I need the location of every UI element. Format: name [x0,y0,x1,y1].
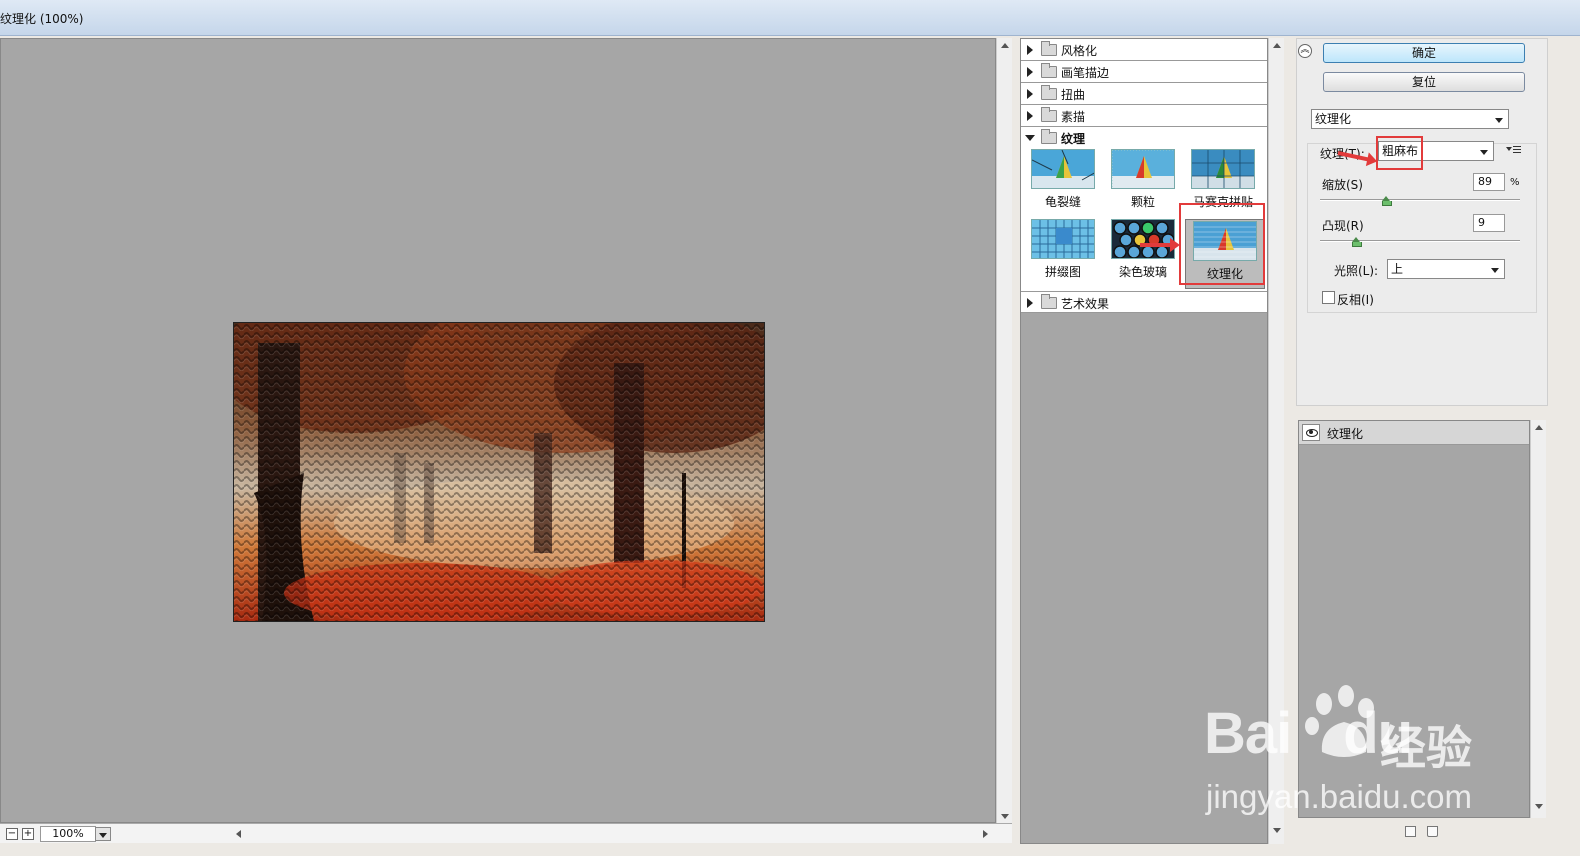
category-texture[interactable]: 纹理 [1021,127,1267,149]
light-label: 光照(L): [1334,264,1379,278]
thumb-stained-glass[interactable]: 染色玻璃 [1109,219,1177,279]
thumb-image [1111,149,1175,189]
folder-icon [1041,41,1057,56]
zoom-in-button[interactable]: + [22,828,34,840]
invert-checkbox[interactable] [1322,291,1335,304]
light-select[interactable]: 上 [1387,259,1505,279]
effect-layer-label: 纹理化 [1327,427,1364,441]
preview-image [233,322,765,622]
thumb-image [1111,219,1175,259]
scaling-slider-knob[interactable] [1382,196,1392,206]
folder-icon [1041,107,1057,122]
expand-arrow-icon[interactable] [1027,298,1033,308]
collapse-gallery-icon[interactable]: ︽ [1298,44,1312,58]
reset-button[interactable]: 复位 [1323,72,1525,92]
relief-label: 凸现(R) [1322,219,1364,233]
scaling-slider-track[interactable] [1320,199,1520,201]
expand-arrow-icon[interactable] [1027,45,1033,55]
title-bar: 纹理化 (100%) [0,0,1580,36]
folder-icon [1041,85,1057,100]
scroll-down-icon[interactable] [1535,804,1543,809]
effect-layer-row[interactable]: 纹理化 [1299,421,1529,445]
annotation-arrow-texturizer [1140,238,1180,252]
thumb-patchwork[interactable]: 拼缀图 [1029,219,1097,279]
window-title: 纹理化 (100%) [0,12,84,26]
scroll-down-icon[interactable] [1001,814,1009,819]
thumb-image [1031,149,1095,189]
preview-horizontal-scrollbar[interactable] [232,827,992,841]
folder-icon [1041,294,1057,309]
annotation-box-texturizer [1179,203,1265,285]
layers-scrollbar[interactable] [1530,420,1546,818]
thumb-image [1031,219,1095,259]
paw-logo-icon [1305,685,1374,757]
eye-visibility-icon[interactable] [1302,424,1320,441]
scroll-up-icon[interactable] [1001,43,1009,48]
preview-vertical-scrollbar[interactable] [996,38,1012,823]
relief-slider-track[interactable] [1320,240,1520,242]
scroll-right-icon[interactable] [983,830,988,838]
folder-icon [1041,63,1057,78]
annotation-box-texture [1376,136,1423,170]
scaling-label: 缩放(S) [1322,178,1363,192]
thumb-mosaic-tiles[interactable]: 马赛克拼贴 [1189,149,1257,209]
scaling-input[interactable]: 89 [1473,173,1505,191]
category-artistic[interactable]: 艺术效果 [1021,291,1267,313]
watermark-cn-text: 经验 [1380,721,1472,775]
preview-canvas[interactable] [0,38,996,823]
folder-icon [1041,129,1057,144]
collapse-arrow-icon[interactable] [1025,135,1035,141]
baidu-watermark: Bai du 经验 jingyan.baidu.com [1204,685,1494,820]
expand-arrow-icon[interactable] [1027,89,1033,99]
delete-effect-layer-icon[interactable] [1427,826,1438,837]
new-effect-layer-icon[interactable] [1405,826,1416,837]
category-stylize[interactable]: 风格化 [1021,39,1267,61]
scroll-left-icon[interactable] [236,830,241,838]
category-sketch[interactable]: 素描 [1021,105,1267,127]
scaling-unit: % [1510,177,1520,188]
scroll-up-icon[interactable] [1273,43,1281,48]
invert-label: 反相(I) [1337,293,1374,307]
expand-arrow-icon[interactable] [1027,111,1033,121]
category-brush-strokes[interactable]: 画笔描边 [1021,61,1267,83]
thumb-craquelure[interactable]: 龟裂缝 [1029,149,1097,209]
scroll-down-icon[interactable] [1273,828,1281,833]
relief-slider-knob[interactable] [1352,237,1362,247]
filter-gallery-window: 纹理化 (100%) − + 100% 风格化 画笔描边 扭曲 素描 纹理 龟裂… [0,0,1580,856]
expand-arrow-icon[interactable] [1027,67,1033,77]
zoom-dropdown-button[interactable] [95,827,111,841]
watermark-url: jingyan.baidu.com [1206,778,1472,815]
relief-input[interactable]: 9 [1473,214,1505,232]
ok-button[interactable]: 确定 [1323,43,1525,63]
zoom-bar: − + 100% [0,823,1012,843]
filter-select[interactable]: 纹理化 [1311,109,1509,129]
category-distort[interactable]: 扭曲 [1021,83,1267,105]
scroll-up-icon[interactable] [1535,425,1543,430]
zoom-out-button[interactable]: − [6,828,18,840]
thumb-image [1191,149,1255,189]
thumb-grain[interactable]: 颗粒 [1109,149,1177,209]
zoom-level-field[interactable]: 100% [40,826,96,842]
